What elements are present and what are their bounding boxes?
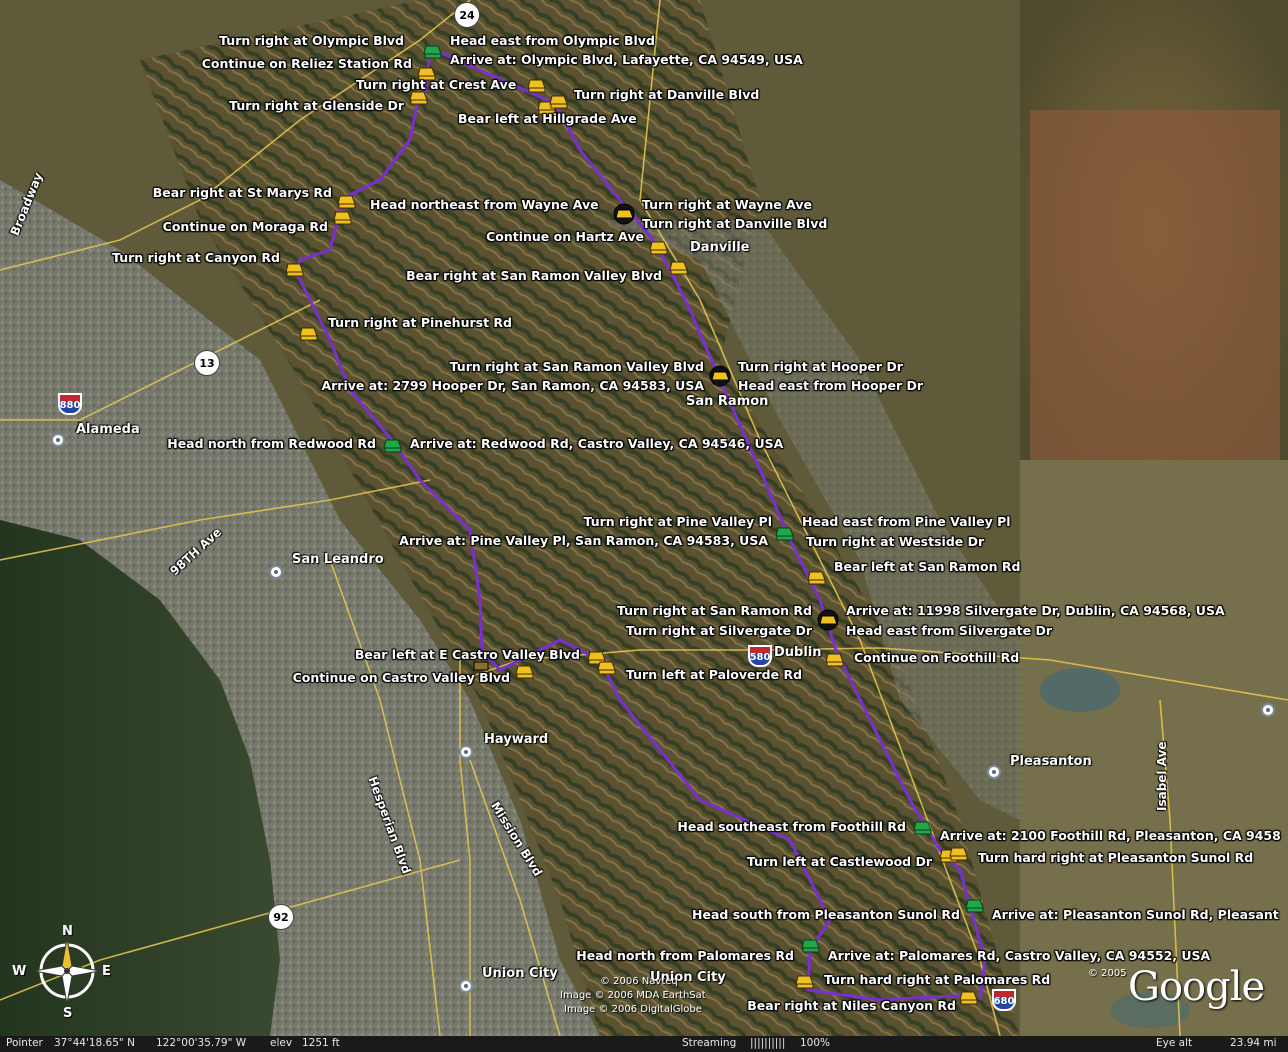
city-marker — [987, 765, 1001, 779]
direction-label[interactable]: Head east from Hooper Dr — [738, 379, 923, 393]
streaming-label: Streaming — [682, 1037, 737, 1049]
direction-label[interactable]: Head east from Pine Valley Pl — [802, 515, 1011, 529]
direction-label[interactable]: Arrive at: Pleasanton Sunol Rd, Pleasant — [992, 908, 1279, 922]
direction-label[interactable]: Continue on Reliez Station Rd — [202, 57, 412, 71]
direction-label[interactable]: Head east from Silvergate Dr — [846, 624, 1052, 638]
direction-label[interactable]: Head northeast from Wayne Ave — [370, 198, 599, 212]
direction-label[interactable]: Turn hard right at Palomares Rd — [824, 973, 1050, 987]
direction-label[interactable]: Turn left at Castlewood Dr — [747, 855, 932, 869]
direction-label[interactable]: Bear left at E Castro Valley Blvd — [355, 648, 580, 662]
city-marker — [269, 565, 283, 579]
city-label-hayward: Hayward — [484, 732, 549, 747]
direction-label[interactable]: Arrive at: Palomares Rd, Castro Valley, … — [828, 949, 1210, 963]
compass-north: N — [62, 924, 73, 939]
streaming-percent: 100% — [800, 1037, 831, 1049]
highway-24-shield: 24 — [454, 2, 480, 28]
direction-label[interactable]: Arrive at: 2100 Foothill Rd, Pleasanton,… — [940, 829, 1281, 843]
direction-label[interactable]: Continue on Foothill Rd — [854, 651, 1019, 665]
google-logo: Google — [1128, 964, 1265, 1010]
direction-label[interactable]: Turn right at Canyon Rd — [112, 251, 280, 265]
interstate-680-shield: 680 — [992, 989, 1016, 1011]
direction-label[interactable]: Bear right at St Marys Rd — [153, 186, 332, 200]
pointer-longitude: 122°00'35.79" W — [156, 1037, 247, 1049]
direction-label[interactable]: Turn left at Paloverde Rd — [626, 668, 802, 682]
direction-label[interactable]: Continue on Moraga Rd — [163, 220, 328, 234]
eye-alt-label: Eye alt — [1156, 1037, 1193, 1049]
direction-label[interactable]: Head north from Redwood Rd — [167, 437, 376, 451]
direction-label[interactable]: Turn right at Danville Blvd — [574, 88, 759, 102]
direction-label[interactable]: Turn right at Danville Blvd — [642, 217, 827, 231]
highway-92-shield: 92 — [268, 904, 294, 930]
direction-label[interactable]: Turn right at Hooper Dr — [738, 360, 903, 374]
direction-label[interactable]: Turn right at Wayne Ave — [642, 198, 812, 212]
direction-label[interactable]: Arrive at: 2799 Hooper Dr, San Ramon, CA… — [321, 379, 704, 393]
compass-control[interactable]: N S E W — [8, 924, 126, 1028]
city-label-dublin: Dublin — [774, 645, 822, 660]
city-label-alameda: Alameda — [76, 422, 140, 437]
pointer-latitude: 37°44'18.65" N — [54, 1037, 135, 1049]
streaming-bars: |||||||||| — [750, 1037, 786, 1049]
direction-label[interactable]: Head east from Olympic Blvd — [450, 34, 655, 48]
direction-label[interactable]: Turn right at Pine Valley Pl — [584, 515, 772, 529]
city-marker — [459, 979, 473, 993]
copyright-navteq: © 2006 Navteq — [600, 976, 678, 987]
elevation-value: 1251 ft — [302, 1037, 340, 1049]
direction-label[interactable]: Turn right at Crest Ave — [356, 78, 516, 92]
direction-label[interactable]: Bear right at San Ramon Valley Blvd — [406, 269, 662, 283]
direction-label[interactable]: Bear left at Hillgrade Ave — [458, 112, 637, 126]
direction-label[interactable]: Turn right at Glenside Dr — [229, 99, 404, 113]
direction-label[interactable]: Turn right at Silvergate Dr — [626, 624, 812, 638]
direction-label[interactable]: Turn right at Westside Dr — [806, 535, 984, 549]
copyright-digitalglobe: Image © 2006 DigitalGlobe — [564, 1004, 702, 1015]
eye-alt-value: 23.94 mi — [1230, 1037, 1277, 1049]
city-label-san-ramon: San Ramon — [686, 394, 769, 409]
direction-label[interactable]: Head southeast from Foothill Rd — [677, 820, 906, 834]
direction-label[interactable]: Continue on Hartz Ave — [486, 230, 644, 244]
copyright-earthsat: Image © 2006 MDA EarthSat — [560, 990, 706, 1001]
direction-label[interactable]: Turn right at San Ramon Valley Blvd — [450, 360, 704, 374]
city-label-san-leandro: San Leandro — [292, 552, 384, 567]
city-marker — [51, 433, 65, 447]
direction-label[interactable]: Bear right at Niles Canyon Rd — [747, 999, 956, 1013]
direction-label[interactable]: Head north from Palomares Rd — [576, 949, 794, 963]
city-marker — [1261, 703, 1275, 717]
direction-label[interactable]: Turn hard right at Pleasanton Sunol Rd — [978, 851, 1253, 865]
pointer-label: Pointer — [6, 1037, 43, 1049]
status-bar: Pointer 37°44'18.65" N 122°00'35.79" W e… — [0, 1036, 1288, 1052]
direction-label[interactable]: Turn right at Olympic Blvd — [219, 34, 404, 48]
compass-west: W — [12, 964, 27, 979]
direction-label[interactable]: Arrive at: Pine Valley Pl, San Ramon, CA… — [399, 534, 768, 548]
elevation-label: elev — [270, 1037, 293, 1049]
compass-east: E — [102, 964, 111, 979]
highway-13-shield: 13 — [194, 350, 220, 376]
direction-label[interactable]: Arrive at: Olympic Blvd, Lafayette, CA 9… — [450, 53, 803, 67]
direction-label[interactable]: Head south from Pleasanton Sunol Rd — [692, 908, 960, 922]
city-label-pleasanton: Pleasanton — [1010, 754, 1092, 769]
satellite-map[interactable]: 24 13 92 880 580 680 Danville San Ramon … — [0, 0, 1288, 1036]
direction-label[interactable]: Turn right at San Ramon Rd — [617, 604, 812, 618]
city-marker — [459, 745, 473, 759]
city-label-union-city: Union City — [482, 966, 558, 981]
direction-label[interactable]: Continue on Castro Valley Blvd — [293, 671, 510, 685]
logo-copyright: © 2005 — [1088, 968, 1127, 979]
compass-south: S — [63, 1006, 73, 1021]
direction-label[interactable]: Arrive at: 11998 Silvergate Dr, Dublin, … — [846, 604, 1225, 618]
road-label-isabel-ave: Isabel Ave — [1155, 741, 1169, 811]
interstate-880-shield: 880 — [58, 393, 82, 415]
interstate-580-shield: 580 — [748, 645, 772, 667]
direction-label[interactable]: Arrive at: Redwood Rd, Castro Valley, CA… — [410, 437, 783, 451]
city-label-danville: Danville — [690, 240, 750, 255]
direction-label[interactable]: Turn right at Pinehurst Rd — [328, 316, 512, 330]
direction-label[interactable]: Bear left at San Ramon Rd — [834, 560, 1020, 574]
